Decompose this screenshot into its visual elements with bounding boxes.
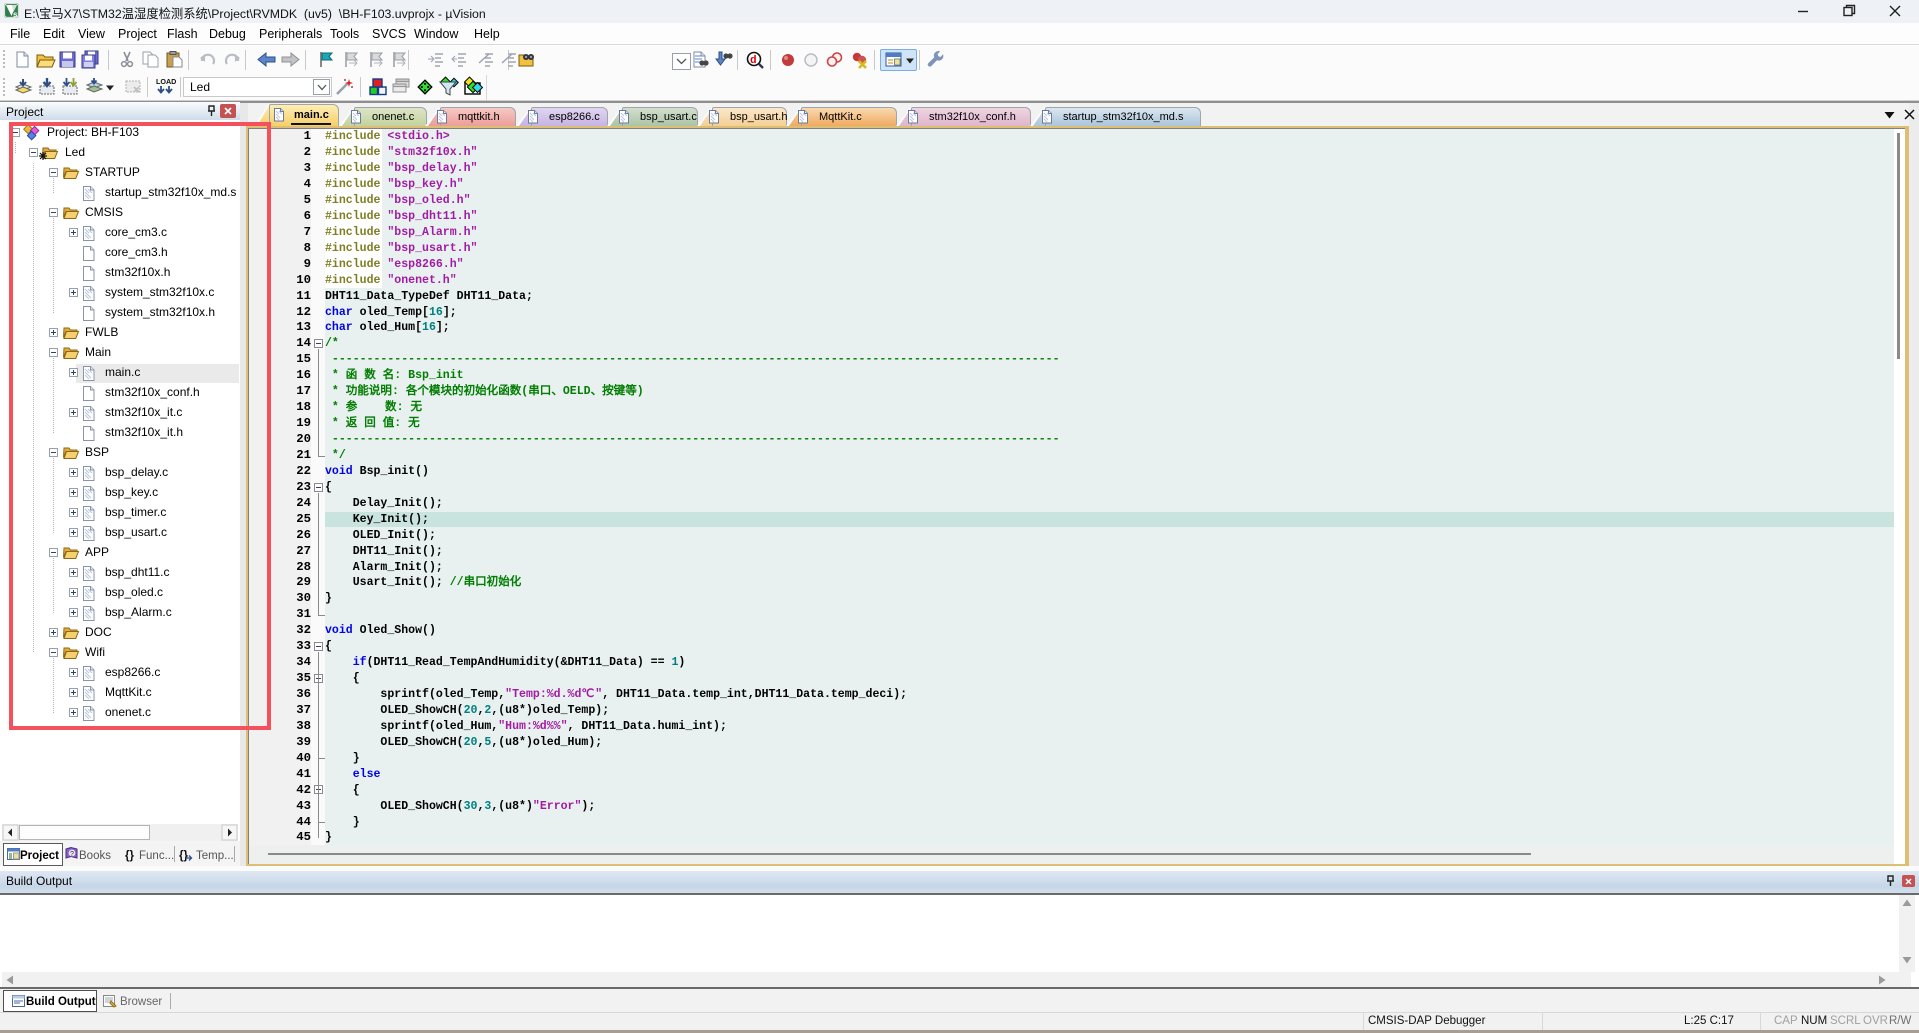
svg-text:LOAD: LOAD <box>156 77 176 86</box>
svg-text:d: d <box>750 55 757 67</box>
svg-text:s: s <box>13 10 18 19</box>
svg-text:?: ? <box>70 851 74 858</box>
